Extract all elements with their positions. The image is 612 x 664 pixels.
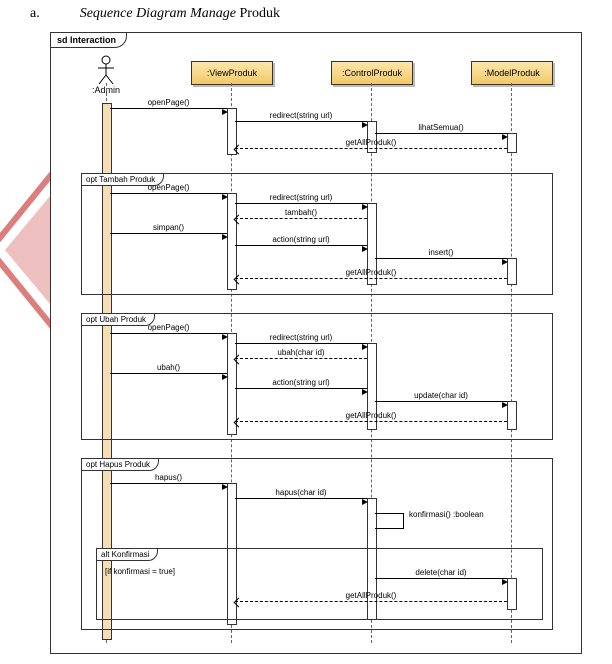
msg-return: ubah(char id): [235, 358, 367, 359]
caption-plain: Produk: [240, 6, 280, 21]
msg: openPage(): [110, 193, 227, 194]
msg-return: getAllProduk(): [235, 421, 507, 422]
msg: ubah(): [110, 373, 227, 374]
list-marker: a.: [30, 6, 40, 22]
msg: redirect(string url): [235, 203, 367, 204]
msg-return: getAllProduk(): [235, 278, 507, 279]
activation: [507, 133, 517, 153]
lifeline-view: :ViewProduk: [191, 61, 273, 85]
msg: action(string url): [235, 245, 367, 246]
activation: [507, 401, 517, 430]
msg-return: getAllProduk(): [235, 601, 507, 602]
msg-return: tambah(): [235, 218, 367, 219]
actor-icon: [96, 55, 116, 85]
msg: hapus(): [110, 483, 227, 484]
fragment-label: opt Hapus Produk: [81, 458, 159, 471]
msg: simpan(): [110, 233, 227, 234]
msg: openPage(): [110, 333, 227, 334]
msg: hapus(char id): [235, 498, 367, 499]
msg: delete(char id): [375, 578, 507, 579]
msg: redirect(string url): [235, 121, 367, 122]
lifeline-model: :ModelProduk: [471, 61, 553, 85]
fragment: alt Konfirmasi [if konfirmasi = true]: [96, 548, 543, 620]
figure-caption: a. Sequence Diagram Manage Produk: [0, 0, 612, 32]
msg: update(char id): [375, 401, 507, 402]
caption-italic: Sequence Diagram Manage: [80, 6, 236, 21]
msg: redirect(string url): [235, 343, 367, 344]
fragment-label: alt Konfirmasi: [96, 548, 158, 561]
msg: lihatSemua(): [375, 133, 507, 134]
msg-self: konfirmasi() :boolean: [375, 513, 404, 529]
msg: openPage(): [110, 108, 227, 109]
msg: insert(): [375, 258, 507, 259]
msg: action(string url): [235, 388, 367, 389]
sequence-frame: sd Interaction :Admin :ViewProduk :Contr…: [50, 32, 582, 654]
frame-label: sd Interaction: [50, 32, 127, 48]
activation: [507, 258, 517, 285]
fragment-guard: [if konfirmasi = true]: [105, 567, 175, 576]
msg-return: getAllProduk(): [235, 148, 507, 149]
lifeline-control: :ControlProduk: [331, 61, 413, 85]
